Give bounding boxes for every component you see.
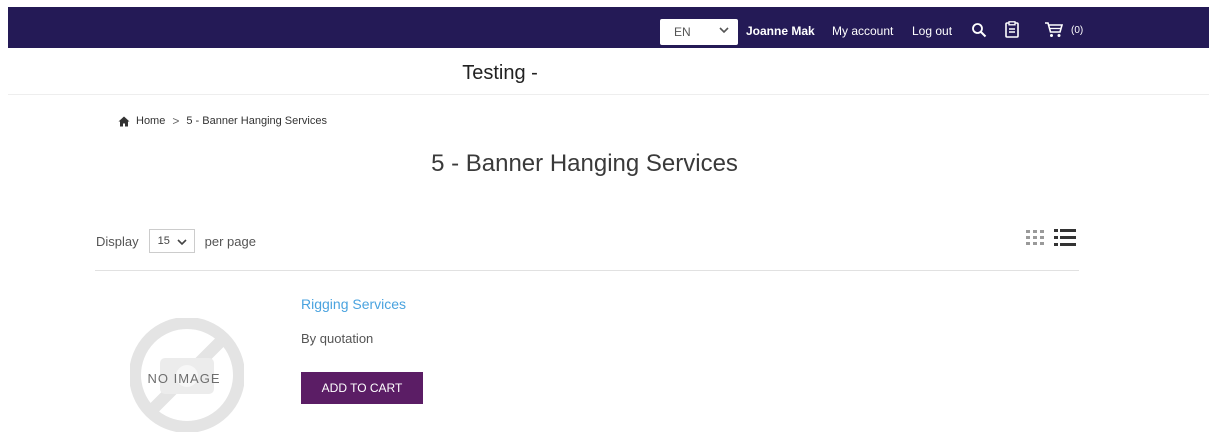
home-icon[interactable] <box>118 116 130 127</box>
clipboard-icon[interactable] <box>1005 21 1019 38</box>
breadcrumb: Home > 5 - Banner Hanging Services <box>118 114 327 128</box>
product-name-link[interactable]: Rigging Services <box>301 296 406 312</box>
cart-icon[interactable] <box>1044 21 1064 38</box>
my-account-link[interactable]: My account <box>832 24 893 38</box>
chevron-down-icon <box>177 239 187 246</box>
user-name-link[interactable]: Joanne Mak <box>746 24 815 38</box>
product-price: By quotation <box>301 331 374 346</box>
no-image-label: NO IMAGE <box>147 371 221 386</box>
display-label: Display <box>96 233 139 249</box>
breadcrumb-separator: > <box>172 114 180 128</box>
page-title: 5 - Banner Hanging Services <box>431 150 738 177</box>
add-to-cart-button[interactable]: ADD TO CART <box>301 372 423 404</box>
per-page-select[interactable]: 15 <box>148 229 195 253</box>
site-title[interactable]: Testing - <box>0 62 1000 85</box>
per-page-value: 15 <box>157 235 170 247</box>
language-select[interactable]: EN <box>660 19 738 45</box>
per-page-suffix: per page <box>204 233 256 249</box>
language-value: EN <box>674 25 691 39</box>
list-view-icon[interactable] <box>1054 229 1076 246</box>
grid-view-icon[interactable] <box>1026 230 1044 246</box>
toolbar-divider <box>95 270 1079 271</box>
display-toolbar: Display 15 per page <box>96 229 256 253</box>
breadcrumb-current: 5 - Banner Hanging Services <box>186 115 327 127</box>
header-divider <box>8 94 1209 95</box>
log-out-link[interactable]: Log out <box>912 24 952 38</box>
top-bar: EN Joanne Mak My account Log out (0) <box>8 7 1209 48</box>
search-icon[interactable] <box>971 22 987 38</box>
cart-count[interactable]: (0) <box>1071 25 1083 36</box>
chevron-down-icon <box>719 27 729 34</box>
breadcrumb-home-link[interactable]: Home <box>136 115 165 127</box>
